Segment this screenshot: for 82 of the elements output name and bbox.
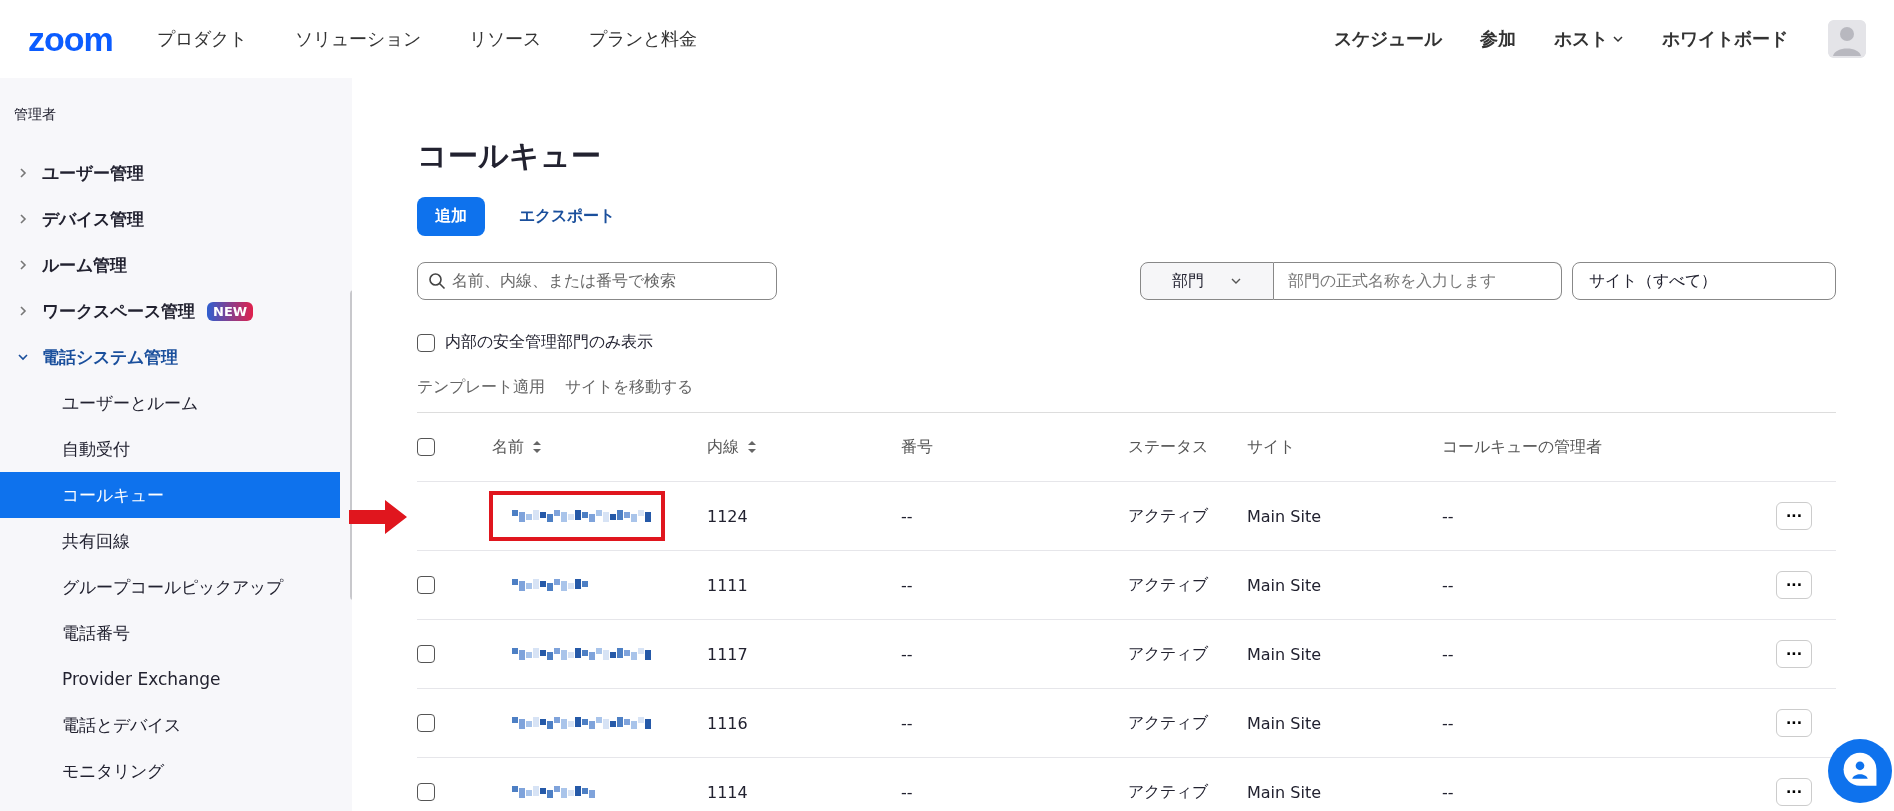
sidebar-item[interactable]: ユーザー管理 bbox=[0, 150, 352, 196]
table-cell: アクティブ bbox=[1128, 712, 1208, 734]
action-link[interactable]: サイトを移動する bbox=[565, 377, 693, 398]
table-cell: 1124 bbox=[707, 506, 748, 526]
table-cell: アクティブ bbox=[1128, 643, 1208, 665]
table-cell: Main Site bbox=[1247, 713, 1321, 733]
table-cell: 1114 bbox=[707, 782, 748, 802]
table-cell: -- bbox=[1442, 575, 1454, 595]
sidebar-subitem[interactable]: コールキュー bbox=[0, 472, 340, 518]
sidebar-subitem[interactable]: ユーザーとルーム bbox=[0, 380, 340, 426]
more-button[interactable]: ··· bbox=[1776, 640, 1812, 668]
column-header[interactable]: 名前 bbox=[492, 436, 524, 458]
table-cell: 1111 bbox=[707, 575, 748, 595]
row-checkbox[interactable] bbox=[417, 783, 435, 801]
table-cell: -- bbox=[1442, 713, 1454, 733]
nav-link[interactable]: ホワイトボード bbox=[1662, 27, 1788, 51]
sidebar-item[interactable]: ルーム管理 bbox=[0, 242, 352, 288]
checkbox-label: 内部の安全管理部門のみ表示 bbox=[445, 332, 653, 353]
table-cell: -- bbox=[901, 575, 913, 595]
table-cell: Main Site bbox=[1247, 782, 1321, 802]
checkbox[interactable] bbox=[417, 333, 435, 352]
department-field[interactable]: 部門の正式名称を入力します bbox=[1274, 262, 1562, 300]
sort-icon[interactable] bbox=[532, 440, 542, 454]
sidebar-item[interactable]: デバイス管理 bbox=[0, 196, 352, 242]
sidebar-item[interactable]: ワークスペース管理 NEW bbox=[0, 288, 352, 334]
caret-icon bbox=[1612, 33, 1624, 45]
sidebar-subitem[interactable]: グループコールピックアップ bbox=[0, 564, 340, 610]
table-cell: -- bbox=[901, 644, 913, 664]
table-cell: -- bbox=[1442, 782, 1454, 802]
table-cell: アクティブ bbox=[1128, 781, 1208, 803]
table-cell: -- bbox=[1442, 506, 1454, 526]
table-cell: -- bbox=[901, 506, 913, 526]
table-cell: Main Site bbox=[1247, 506, 1321, 526]
sidebar-subitem[interactable]: 電話とデバイス bbox=[0, 702, 340, 748]
nav-link[interactable]: リソース bbox=[468, 27, 541, 51]
logo[interactable]: zoom bbox=[28, 19, 113, 59]
column-header[interactable]: 内線 bbox=[707, 436, 739, 458]
table-cell: -- bbox=[901, 782, 913, 802]
nav-link[interactable]: 参加 bbox=[1480, 27, 1516, 51]
more-button[interactable]: ··· bbox=[1776, 709, 1812, 737]
row-checkbox[interactable] bbox=[417, 576, 435, 594]
column-header: 番号 bbox=[901, 436, 933, 458]
export-button[interactable]: エクスポート bbox=[519, 206, 615, 227]
table-cell: Main Site bbox=[1247, 644, 1321, 664]
sidebar-subitem[interactable]: 自動受付 bbox=[0, 426, 340, 472]
table-cell: Main Site bbox=[1247, 575, 1321, 595]
table-cell: -- bbox=[901, 713, 913, 733]
more-button[interactable]: ··· bbox=[1776, 571, 1812, 599]
sidebar-subitem[interactable]: 共有回線 bbox=[0, 518, 340, 564]
table-cell: 1117 bbox=[707, 644, 748, 664]
column-header: ステータス bbox=[1128, 436, 1208, 458]
table-cell: 1116 bbox=[707, 713, 748, 733]
new-badge: NEW bbox=[207, 301, 254, 321]
sidebar-subitem[interactable]: Provider Exchange bbox=[0, 656, 340, 702]
select-all-checkbox[interactable] bbox=[417, 438, 435, 456]
column-header: コールキューの管理者 bbox=[1442, 436, 1602, 458]
search-icon bbox=[428, 272, 446, 290]
chat-icon[interactable] bbox=[1828, 739, 1892, 803]
table-cell: -- bbox=[1442, 644, 1454, 664]
sidebar-subitem[interactable]: 電話番号 bbox=[0, 610, 340, 656]
sidebar-subitem[interactable]: モニタリング bbox=[0, 748, 340, 794]
site-dropdown[interactable]: サイト（すべて） bbox=[1572, 262, 1836, 300]
column-header: サイト bbox=[1247, 436, 1295, 458]
nav-link[interactable]: プロダクト bbox=[156, 27, 247, 51]
table-cell: アクティブ bbox=[1128, 505, 1208, 527]
search-field[interactable]: 名前、内線、または番号で検索 bbox=[417, 262, 777, 300]
section-label: 管理者 bbox=[13, 105, 57, 124]
nav-link[interactable]: スケジュール bbox=[1334, 27, 1442, 51]
more-button[interactable]: ··· bbox=[1776, 778, 1812, 806]
table-cell: アクティブ bbox=[1128, 574, 1208, 596]
department-dropdown[interactable]: 部門 bbox=[1140, 262, 1274, 300]
row-checkbox[interactable] bbox=[417, 714, 435, 732]
add-button[interactable]: 追加 bbox=[417, 197, 485, 236]
sidebar-item[interactable]: 電話システム管理 bbox=[0, 334, 352, 380]
nav-link[interactable]: ソリューション bbox=[294, 27, 421, 51]
more-button[interactable]: ··· bbox=[1776, 502, 1812, 530]
row-checkbox[interactable] bbox=[417, 645, 435, 663]
sort-icon[interactable] bbox=[747, 440, 757, 454]
action-link[interactable]: テンプレート適用 bbox=[417, 377, 545, 398]
nav-link[interactable]: ホスト bbox=[1554, 27, 1624, 51]
nav-link[interactable]: プランと料金 bbox=[588, 27, 697, 51]
page-title: コールキュー bbox=[417, 137, 602, 175]
